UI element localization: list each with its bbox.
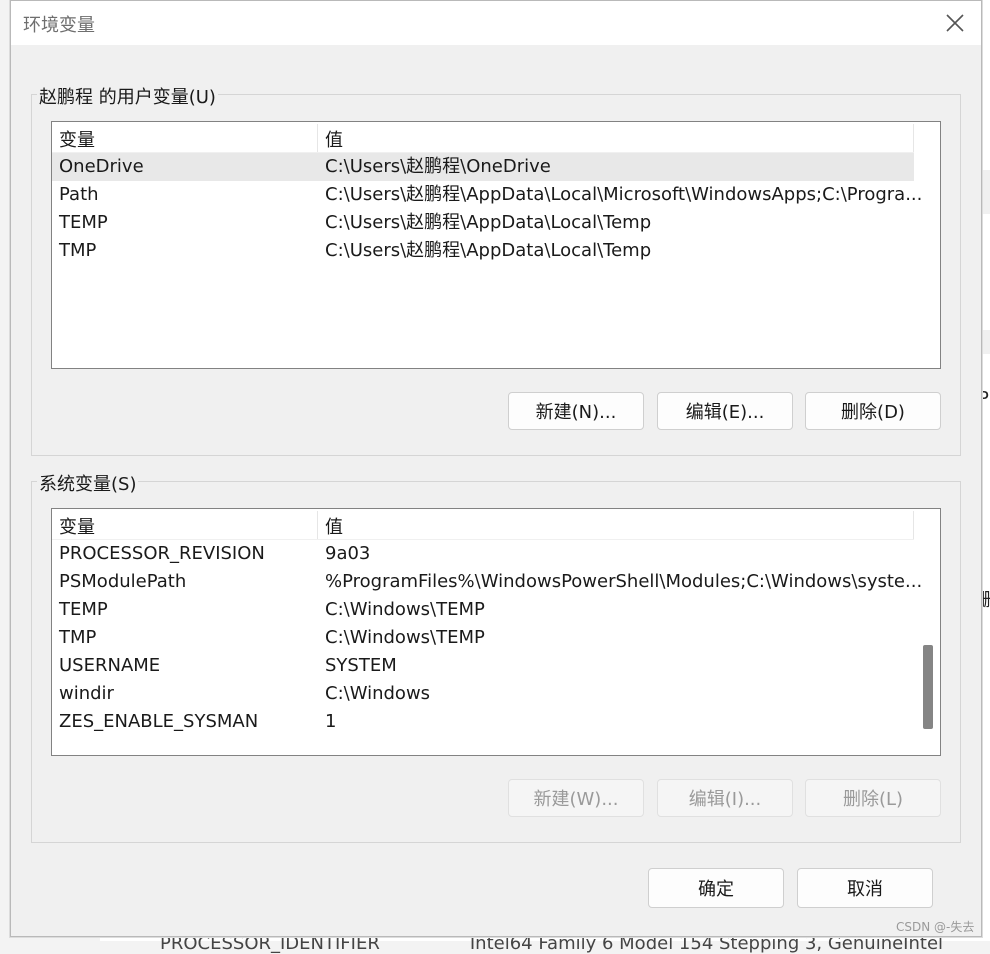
table-row[interactable]: TEMP C:\Users\赵鹏程\AppData\Local\Temp [52,209,914,237]
cancel-button[interactable]: 取消 [797,868,933,908]
column-divider [317,124,318,152]
close-icon [946,14,964,32]
system-delete-button[interactable]: 删除(L) [805,779,941,817]
user-variables-label: 赵鹏程 的用户变量(U) [37,83,218,109]
user-new-button[interactable]: 新建(N)... [508,392,644,430]
column-divider [913,124,914,152]
column-header-name[interactable]: 变量 [59,126,95,152]
close-button[interactable] [939,7,971,39]
system-variables-list[interactable]: 变量 值 PROCESSOR_REVISION 9a03 PSModulePat… [51,508,941,756]
user-edit-button[interactable]: 编辑(E)... [657,392,793,430]
table-row[interactable]: TMP C:\Users\赵鹏程\AppData\Local\Temp [52,237,914,265]
table-row[interactable]: Path C:\Users\赵鹏程\AppData\Local\Microsof… [52,181,922,209]
watermark: CSDN @-失去 [896,920,975,934]
vertical-scrollbar-thumb[interactable] [923,645,933,729]
dialog-title: 环境变量 [23,15,95,36]
table-row[interactable]: windir C:\Windows [52,680,914,708]
list-header: 变量 值 [52,122,914,153]
system-variables-label: 系统变量(S) [37,470,139,496]
system-new-button[interactable]: 新建(W)... [508,779,644,817]
column-header-value[interactable]: 值 [325,126,343,152]
user-variables-list[interactable]: 变量 值 OneDrive C:\Users\赵鹏程\OneDrive Path… [51,121,941,369]
column-divider [317,511,318,539]
column-header-name[interactable]: 变量 [59,513,95,539]
user-delete-button[interactable]: 删除(D) [805,392,941,430]
table-row[interactable]: USERNAME SYSTEM [52,652,914,680]
table-row[interactable]: TEMP C:\Windows\TEMP [52,596,914,624]
table-row[interactable]: PSModulePath %ProgramFiles%\WindowsPower… [52,568,922,596]
table-row[interactable]: ZES_ENABLE_SYSMAN 1 [52,708,914,736]
column-header-value[interactable]: 值 [325,513,343,539]
environment-variables-dialog: 环境变量 赵鹏程 的用户变量(U) 变量 值 OneDrive C:\Users… [10,0,982,937]
table-row[interactable]: OneDrive C:\Users\赵鹏程\OneDrive [52,153,914,181]
table-row[interactable]: PROCESSOR_REVISION 9a03 [52,540,914,568]
table-row[interactable]: TMP C:\Windows\TEMP [52,624,914,652]
ok-button[interactable]: 确定 [648,868,784,908]
list-header: 变量 值 [52,509,914,540]
title-bar: 环境变量 [11,1,981,45]
system-edit-button[interactable]: 编辑(I)... [657,779,793,817]
column-divider [913,511,914,539]
